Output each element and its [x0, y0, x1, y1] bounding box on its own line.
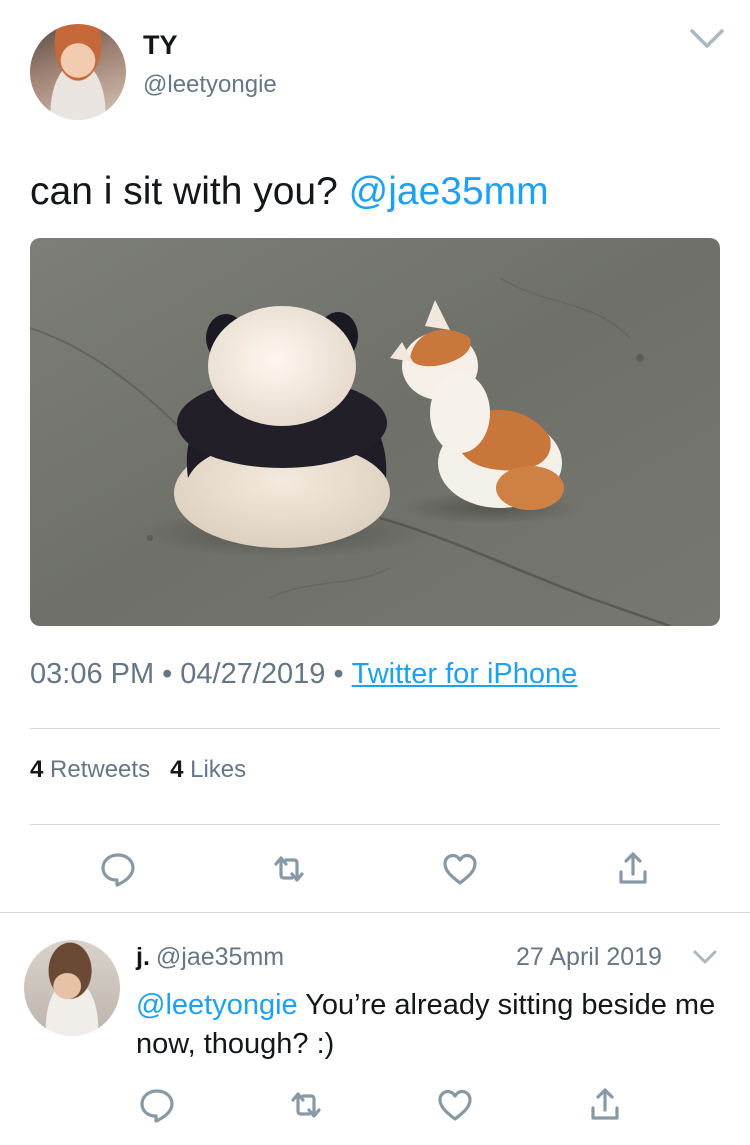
share-icon[interactable]: [586, 1086, 624, 1124]
tweet-stats: 4 Retweets 4 Likes: [30, 756, 246, 784]
reply-icon[interactable]: [99, 850, 137, 888]
reply-author-name[interactable]: j.: [136, 943, 150, 971]
tweet-text: can i sit with you? @jae35mm: [30, 170, 549, 214]
tweet-photo[interactable]: [30, 238, 720, 626]
tweet-time: 03:06 PM: [30, 658, 155, 690]
retweet-label: Retweets: [50, 756, 151, 783]
reply-mention-link[interactable]: @leetyongie: [136, 989, 298, 1021]
reply-header: j. @jae35mm: [136, 943, 284, 972]
reply-text: @leetyongie You’re already sitting besid…: [136, 986, 726, 1064]
like-count: 4: [170, 756, 184, 783]
like-label: Likes: [190, 756, 247, 783]
reply-icon[interactable]: [138, 1086, 176, 1124]
separator-dot: •: [162, 658, 173, 690]
likes-stat[interactable]: 4 Likes: [170, 756, 246, 783]
tweet-body: can i sit with you?: [30, 170, 338, 213]
divider: [30, 728, 720, 729]
reply-author-handle[interactable]: @jae35mm: [156, 943, 284, 971]
retweet-icon[interactable]: [287, 1086, 325, 1124]
chevron-down-icon[interactable]: [688, 26, 726, 52]
author-handle[interactable]: @leetyongie: [143, 71, 277, 99]
reply-date: 27 April 2019: [516, 943, 662, 971]
share-icon[interactable]: [614, 850, 652, 888]
tweet-metadata: 03:06 PM • 04/27/2019 • Twitter for iPhone: [30, 658, 577, 691]
panda-and-kitten-photo: [30, 238, 720, 626]
tweet-source-link[interactable]: Twitter for iPhone: [352, 658, 578, 690]
tweet-mention-link[interactable]: @jae35mm: [349, 170, 549, 213]
heart-icon[interactable]: [436, 1086, 474, 1124]
author-name[interactable]: TY: [143, 30, 178, 61]
reply-author-avatar[interactable]: [24, 940, 120, 1036]
retweets-stat[interactable]: 4 Retweets: [30, 756, 150, 783]
chevron-down-icon[interactable]: [692, 948, 718, 966]
divider: [30, 824, 720, 825]
retweet-count: 4: [30, 756, 44, 783]
retweet-icon[interactable]: [270, 850, 308, 888]
divider: [0, 912, 750, 913]
tweet-date: 04/27/2019: [180, 658, 326, 690]
separator-dot: •: [333, 658, 344, 690]
heart-icon[interactable]: [441, 850, 479, 888]
author-avatar[interactable]: [30, 24, 126, 120]
